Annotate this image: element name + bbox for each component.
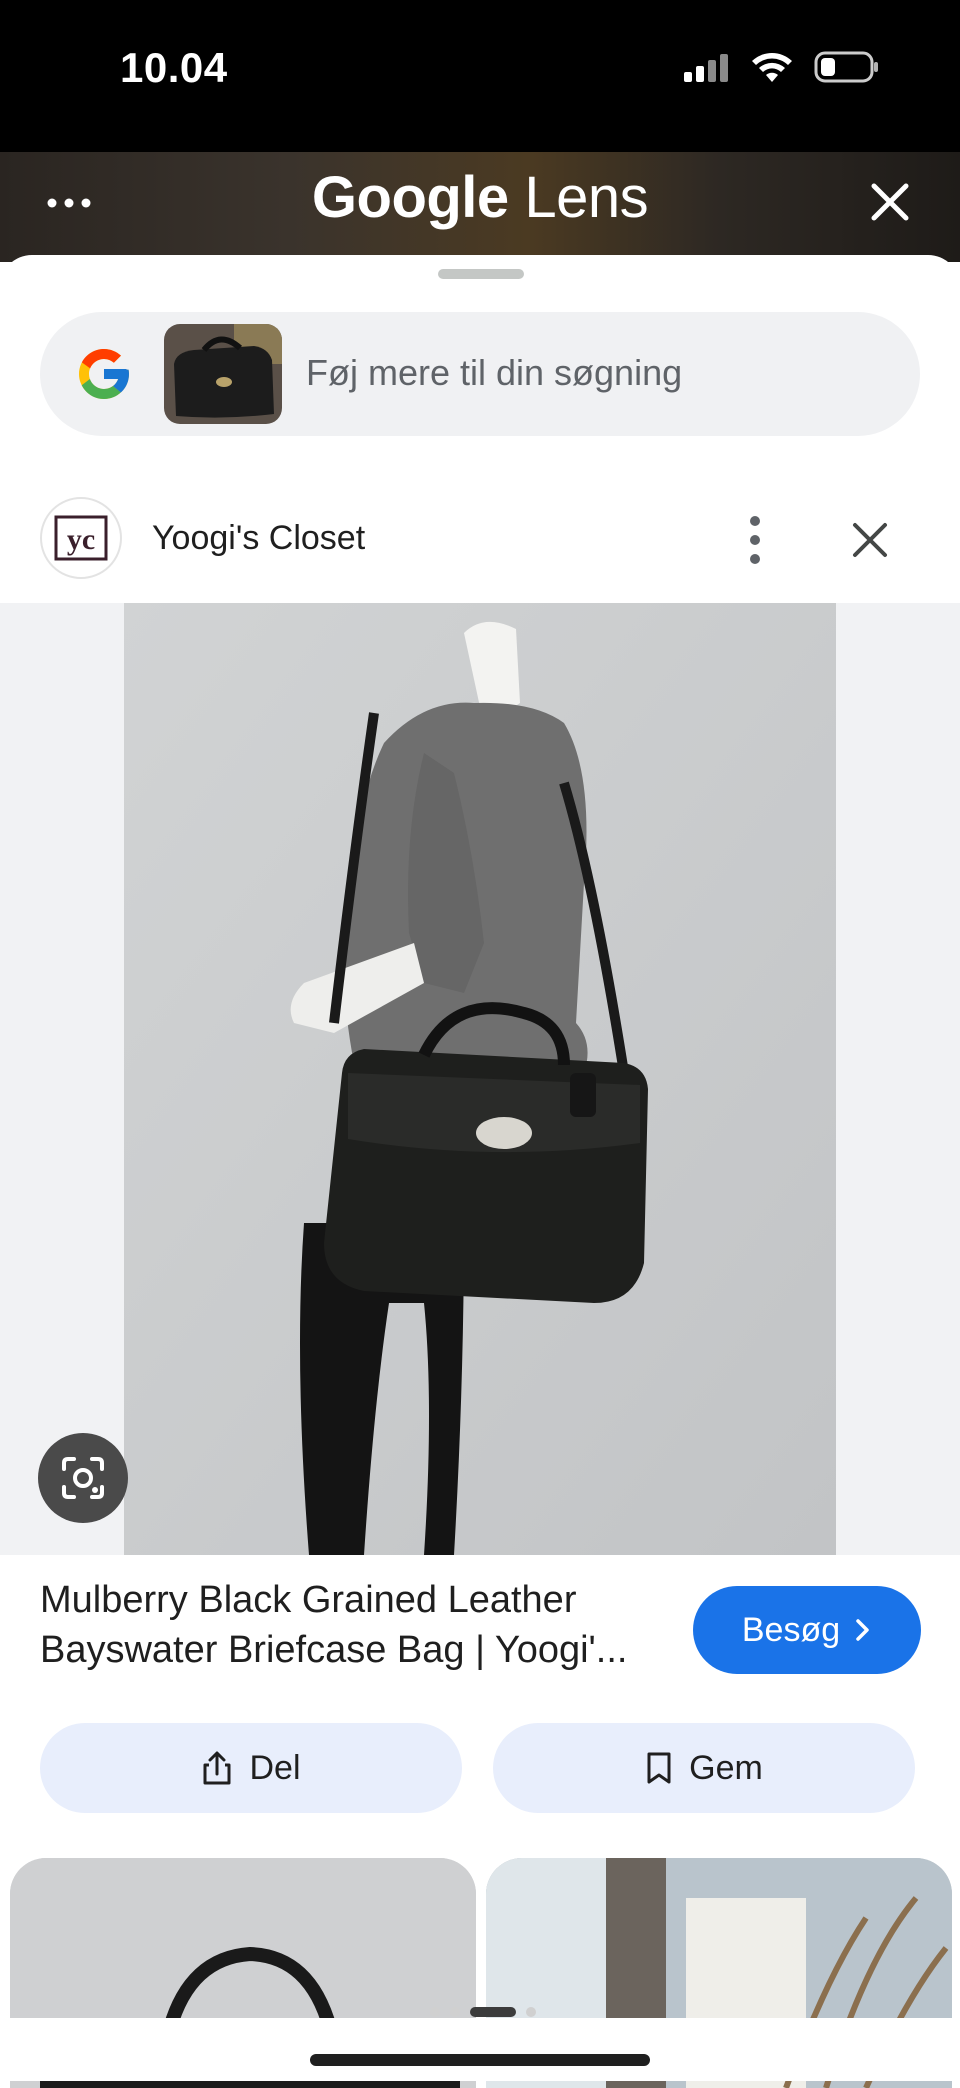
page-dot bbox=[450, 2007, 460, 2017]
yoogis-closet-logo: yc bbox=[54, 515, 108, 561]
sheet-drag-handle[interactable] bbox=[438, 269, 524, 279]
page-indicator bbox=[430, 2007, 536, 2017]
lens-title-product: Lens bbox=[524, 165, 649, 230]
lens-search-icon bbox=[62, 1457, 104, 1499]
home-indicator[interactable] bbox=[310, 2054, 650, 2066]
source-avatar[interactable]: yc bbox=[40, 497, 122, 579]
save-button[interactable]: Gem bbox=[493, 1723, 915, 1813]
battery-icon bbox=[814, 51, 878, 83]
visit-button[interactable]: Besøg bbox=[693, 1586, 921, 1674]
search-placeholder: Føj mere til din søgning bbox=[306, 352, 683, 393]
close-result-button[interactable] bbox=[845, 515, 895, 565]
chevron-right-icon bbox=[856, 1619, 869, 1641]
svg-text:yc: yc bbox=[67, 523, 95, 556]
home-indicator-area bbox=[0, 2018, 960, 2081]
search-refine-bar[interactable]: Føj mere til din søgning bbox=[40, 312, 920, 436]
wifi-icon bbox=[752, 53, 792, 82]
status-icons bbox=[682, 50, 880, 84]
more-vertical-icon bbox=[750, 516, 760, 564]
result-title[interactable]: Mulberry Black Grained Leather Bayswater… bbox=[40, 1575, 680, 1675]
results-sheet: Føj mere til din søgning yc Yoogi's Clos… bbox=[0, 255, 960, 2088]
share-label: Del bbox=[249, 1748, 301, 1787]
google-g-icon bbox=[79, 349, 129, 399]
query-image-thumbnail[interactable] bbox=[164, 324, 282, 424]
page-dot bbox=[526, 2007, 536, 2017]
source-more-button[interactable] bbox=[740, 505, 770, 575]
result-product-image[interactable] bbox=[124, 603, 836, 1555]
close-icon bbox=[871, 183, 909, 221]
share-button[interactable]: Del bbox=[40, 1723, 462, 1813]
visual-search-button[interactable] bbox=[38, 1433, 128, 1523]
visit-label: Besøg bbox=[741, 1610, 841, 1649]
source-row: yc Yoogi's Closet bbox=[0, 485, 960, 595]
close-lens-button[interactable] bbox=[860, 172, 920, 232]
lens-title-brand: Google bbox=[311, 165, 509, 230]
lens-header: Google Lens bbox=[0, 152, 960, 262]
status-bar: 10.04 bbox=[0, 0, 960, 152]
page-dot bbox=[430, 2007, 440, 2017]
share-icon bbox=[203, 1751, 231, 1785]
bookmark-icon bbox=[647, 1752, 671, 1784]
save-label: Gem bbox=[689, 1748, 763, 1787]
cellular-signal-icon bbox=[684, 54, 728, 82]
page-dot-active bbox=[470, 2007, 516, 2017]
lens-title: Google Lens bbox=[0, 164, 960, 231]
result-image-area bbox=[0, 603, 960, 1555]
source-name[interactable]: Yoogi's Closet bbox=[152, 519, 365, 558]
status-time: 10.04 bbox=[120, 44, 228, 91]
close-icon bbox=[853, 523, 887, 557]
